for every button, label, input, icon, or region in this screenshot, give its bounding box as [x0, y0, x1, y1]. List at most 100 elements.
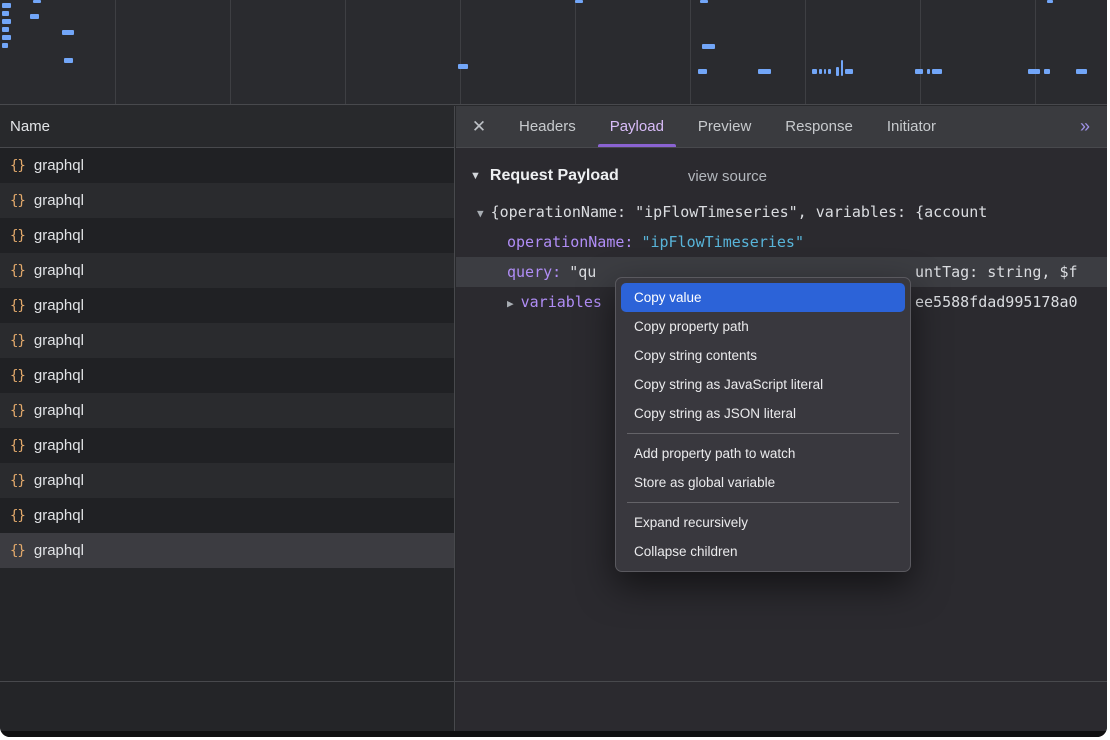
request-name-label: graphql — [34, 472, 84, 489]
timeline-activity-bar — [33, 0, 41, 3]
json-braces-icon: {} — [10, 298, 25, 314]
timeline-activity-bar — [2, 3, 11, 8]
timeline-gridline — [115, 0, 116, 104]
json-braces-icon: {} — [10, 438, 25, 454]
request-name-label: graphql — [34, 367, 84, 384]
timeline-activity-bar — [2, 27, 9, 32]
timeline-activity-bar — [2, 11, 9, 16]
chevron-double-right-icon: » — [1080, 116, 1091, 137]
property-key: query: — [507, 263, 561, 281]
name-column-header[interactable]: Name — [0, 106, 454, 148]
tab-response[interactable]: Response — [768, 106, 870, 147]
json-braces-icon: {} — [10, 193, 25, 209]
payload-root-row[interactable]: ▼ {operationName: "ipFlowTimeseries", var… — [456, 197, 1107, 227]
timeline-activity-bar — [1047, 0, 1053, 3]
property-value: "ipFlowTimeseries" — [641, 233, 804, 251]
request-list-panel: Name {}graphql{}graphql{}graphql{}graphq… — [0, 106, 455, 731]
tab-payload[interactable]: Payload — [593, 106, 681, 147]
json-braces-icon: {} — [10, 368, 25, 384]
root-object-preview: {operationName: "ipFlowTimeseries", vari… — [491, 203, 988, 221]
menu-item-expand-recursively[interactable]: Expand recursively — [621, 508, 905, 537]
request-name-label: graphql — [34, 402, 84, 419]
timeline-gridline — [230, 0, 231, 104]
payload-row-operation-name[interactable]: operationName: "ipFlowTimeseries" — [456, 227, 1107, 257]
request-row[interactable]: {} graphql — [0, 253, 454, 288]
view-source-link[interactable]: view source — [688, 168, 767, 185]
request-name-label: graphql — [34, 297, 84, 314]
timeline-gridline — [460, 0, 461, 104]
json-braces-icon: {} — [10, 403, 25, 419]
request-name-label: graphql — [34, 262, 84, 279]
json-braces-icon: {} — [10, 508, 25, 524]
timeline-activity-bar — [702, 44, 715, 49]
timeline-activity-bar — [575, 0, 583, 3]
timeline-activity-bar — [758, 69, 771, 74]
timeline-activity-bar — [836, 67, 839, 76]
timeline-activity-bar — [812, 69, 817, 74]
json-braces-icon: {} — [10, 473, 25, 489]
timeline-gridline — [1035, 0, 1036, 104]
json-braces-icon: {} — [10, 263, 25, 279]
tab-headers[interactable]: Headers — [502, 106, 593, 147]
request-row[interactable]: {}graphql — [0, 148, 454, 183]
timeline-activity-bar — [2, 35, 11, 40]
timeline-gridline — [690, 0, 691, 104]
timeline-gridline — [805, 0, 806, 104]
json-braces-icon: {} — [10, 228, 25, 244]
request-row[interactable]: {}graphql — [0, 428, 454, 463]
timeline-activity-bar — [1028, 69, 1040, 74]
tab-initiator[interactable]: Initiator — [870, 106, 953, 147]
timeline-activity-bar — [1044, 69, 1050, 74]
collapse-triangle-icon[interactable]: ▼ — [477, 199, 484, 227]
timeline-activity-bar — [841, 60, 843, 76]
tab-preview[interactable]: Preview — [681, 106, 768, 147]
property-value-right: untTag: string, $f — [915, 257, 1078, 287]
request-name-label: graphql — [34, 542, 84, 559]
property-key: operationName: — [507, 233, 633, 251]
timeline-activity-bar — [698, 69, 707, 74]
close-details-button[interactable]: ✕ — [456, 106, 502, 147]
request-row[interactable]: {} graphql — [0, 358, 454, 393]
section-expand-triangle-icon[interactable]: ▼ — [470, 170, 481, 182]
request-row[interactable]: {} graphql — [0, 463, 454, 498]
timeline-activity-bar — [1076, 69, 1087, 74]
context-menu: Copy valueCopy property pathCopy string … — [615, 277, 911, 572]
footer-divider — [0, 681, 1107, 682]
timeline-activity-bar — [845, 69, 853, 74]
expand-triangle-icon[interactable]: ▶ — [507, 289, 514, 317]
request-row[interactable]: {}graphql — [0, 533, 454, 568]
menu-item-collapse-children[interactable]: Collapse children — [621, 537, 905, 566]
request-row[interactable]: {}graphql — [0, 218, 454, 253]
json-braces-icon: {} — [10, 158, 25, 174]
request-row[interactable]: {} graphql — [0, 288, 454, 323]
timeline-activity-bar — [932, 69, 942, 74]
request-payload-section-header: ▼ Request Payload view source — [456, 157, 1107, 195]
timeline-activity-bar — [915, 69, 923, 74]
menu-item-copy-string-contents[interactable]: Copy string contents — [621, 341, 905, 370]
property-key: variables — [521, 293, 602, 311]
timeline-gridline — [920, 0, 921, 104]
timeline-activity-bar — [828, 69, 831, 74]
details-tabbar: ✕ HeadersPayloadPreviewResponseInitiator… — [456, 106, 1107, 148]
request-row[interactable]: {} graphql — [0, 393, 454, 428]
more-tabs-button[interactable]: » — [1064, 106, 1107, 147]
section-title: Request Payload — [490, 167, 619, 185]
menu-separator — [627, 433, 899, 434]
request-row[interactable]: {}graphql — [0, 323, 454, 358]
request-row[interactable]: {} graphql — [0, 498, 454, 533]
request-name-label: graphql — [34, 192, 84, 209]
network-overview-timeline[interactable] — [0, 0, 1107, 105]
request-list: {} graphql {} graphql {} graphql {} graphql {} gr… — [0, 148, 454, 568]
timeline-activity-bar — [927, 69, 930, 74]
menu-item-copy-string-as-json-literal[interactable]: Copy string as JSON literal — [621, 399, 905, 428]
menu-item-copy-value[interactable]: Copy value — [621, 283, 905, 312]
menu-item-store-as-global-variable[interactable]: Store as global variable — [621, 468, 905, 497]
request-name-label: graphql — [34, 507, 84, 524]
menu-item-copy-string-as-javascript-literal[interactable]: Copy string as JavaScript literal — [621, 370, 905, 399]
menu-item-add-property-path-to-watch[interactable]: Add property path to watch — [621, 439, 905, 468]
request-row[interactable]: {} graphql — [0, 183, 454, 218]
menu-item-copy-property-path[interactable]: Copy property path — [621, 312, 905, 341]
window-bottom-edge — [0, 731, 1107, 737]
devtools-window: Name {}graphql{}graphql{}graphql{}graphq… — [0, 0, 1107, 737]
timeline-activity-bar — [700, 0, 708, 3]
